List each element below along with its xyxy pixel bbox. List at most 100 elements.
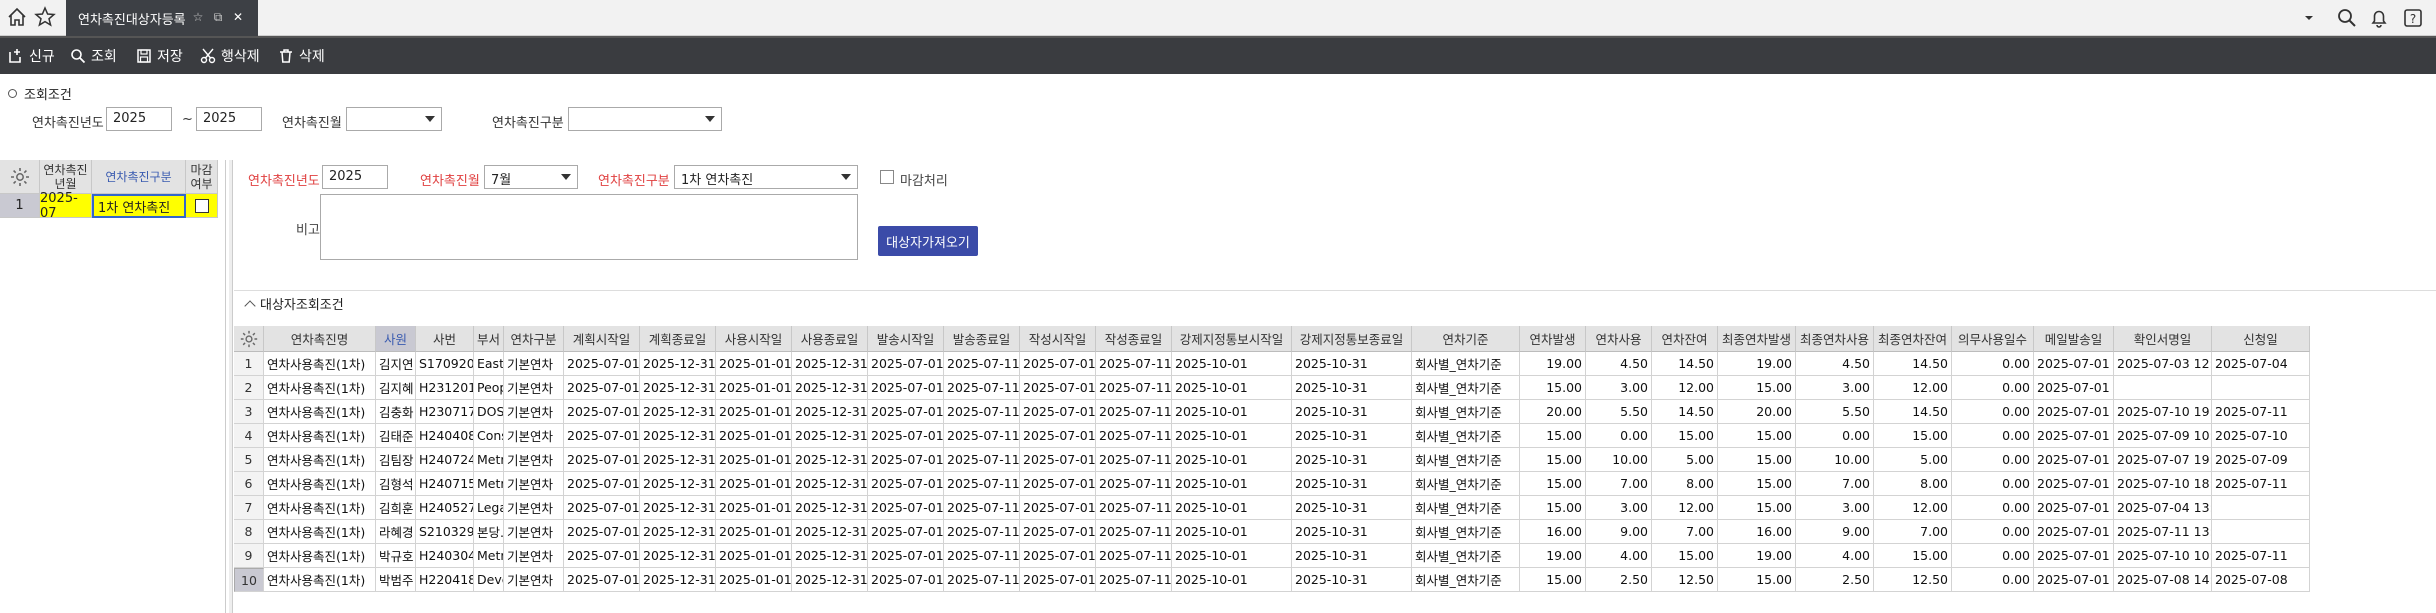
grid-cell[interactable]: 2025-07-01 [868, 424, 944, 448]
row-number[interactable]: 5 [234, 448, 264, 472]
grid-cell[interactable]: 연차사용촉진(1차) [264, 472, 376, 496]
grid-settings-header[interactable] [234, 326, 264, 352]
column-header[interactable]: 의무사용일수 [1952, 326, 2034, 352]
grid-cell[interactable]: 5.00 [1874, 448, 1952, 472]
grid-cell[interactable] [2114, 376, 2212, 400]
grid-cell[interactable]: 2025-07-11 [944, 400, 1020, 424]
column-header[interactable]: 발송시작일 [868, 326, 944, 352]
column-header[interactable]: 메일발송일 [2034, 326, 2114, 352]
grid-cell[interactable]: 기본연차 [504, 400, 564, 424]
grid-cell[interactable]: 3.00 [1586, 496, 1652, 520]
grid-cell[interactable]: 15.00 [1874, 544, 1952, 568]
column-header[interactable]: 최종연차발생 [1718, 326, 1796, 352]
row-number[interactable]: 6 [234, 472, 264, 496]
grid-cell[interactable]: 15.00 [1718, 448, 1796, 472]
help-icon[interactable]: ? [2402, 7, 2424, 29]
column-header[interactable]: 확인서명일 [2114, 326, 2212, 352]
grid-cell[interactable]: 2025-07-11 [1096, 376, 1172, 400]
column-header[interactable]: 작성시작일 [1020, 326, 1096, 352]
grid-cell[interactable]: 15.00 [1718, 472, 1796, 496]
column-header[interactable]: 연차잔여 [1652, 326, 1718, 352]
grid-cell[interactable]: 2025-12-31 [792, 496, 868, 520]
grid-cell[interactable]: 0.00 [1952, 352, 2034, 376]
grid-cell[interactable]: 2025-12-31 [792, 448, 868, 472]
search-icon[interactable] [2336, 7, 2358, 29]
grid-cell[interactable]: 2025-07-11 [1096, 400, 1172, 424]
grid-cell[interactable]: 2025-07-01 11:16 [2034, 496, 2114, 520]
grid-cell[interactable]: 2025-07-01 [868, 400, 944, 424]
grid-cell[interactable]: 2025-12-31 [792, 544, 868, 568]
grid-cell[interactable]: 기본연차 [504, 568, 564, 592]
grid-cell[interactable]: 2025-10-31 [1292, 496, 1412, 520]
grid-cell[interactable]: 14.50 [1652, 400, 1718, 424]
column-header[interactable]: 연차기준 [1412, 326, 1520, 352]
grid-cell[interactable]: 2025-10-01 [1172, 520, 1292, 544]
grid-cell[interactable]: 2.50 [1586, 568, 1652, 592]
grid-cell[interactable]: 2025-07-01 [1020, 568, 1096, 592]
grid-cell[interactable]: 2025-12-31 [640, 544, 716, 568]
column-header[interactable]: 발송종료일 [944, 326, 1020, 352]
grid-cell[interactable]: 2025-07-11 [944, 376, 1020, 400]
grid-cell[interactable]: 2025-07-03 12:16 [2114, 352, 2212, 376]
detail-year-input[interactable]: 2025 [322, 165, 388, 189]
query-button[interactable]: 조회 [70, 38, 117, 74]
grid-cell[interactable]: 2025-07-01 11:16 [2034, 520, 2114, 544]
grid-cell[interactable]: 7.00 [1874, 520, 1952, 544]
grid-cell[interactable]: 연차사용촉진(1차) [264, 520, 376, 544]
grid-cell[interactable]: 기본연차 [504, 448, 564, 472]
grid-cell[interactable]: 0.00 [1952, 448, 2034, 472]
grid-cell[interactable]: 연차사용촉진(1차) [264, 400, 376, 424]
grid-cell[interactable]: 2025-07-01 [564, 544, 640, 568]
grid-cell[interactable]: 4.00 [1586, 544, 1652, 568]
grid-cell[interactable]: 12.50 [1874, 568, 1952, 592]
grid-cell[interactable]: 2025-07-01 [868, 376, 944, 400]
grid-cell[interactable] [2212, 376, 2310, 400]
grid-cell[interactable]: 2025-07-01 11:16 [2034, 472, 2114, 496]
grid-cell[interactable]: 2025-07-01 [868, 544, 944, 568]
grid-cell[interactable]: 2025-01-01 [716, 352, 792, 376]
grid-cell[interactable]: 2025-01-01 [716, 568, 792, 592]
grid-cell[interactable]: 연차사용촉진(1차) [264, 424, 376, 448]
save-button[interactable]: 저장 [136, 38, 183, 74]
grid-cell[interactable]: 기본연차 [504, 424, 564, 448]
grid-cell[interactable]: 2025-07-01 11:16 [2034, 448, 2114, 472]
gear-icon[interactable] [9, 166, 31, 188]
grid-cell[interactable] [2212, 496, 2310, 520]
tab-active[interactable]: 연차촉진대상자등록 ☆ ⧉ ✕ [66, 0, 258, 36]
grid-cell[interactable]: 2025-01-01 [716, 400, 792, 424]
column-header[interactable]: 연차사용 [1586, 326, 1652, 352]
grid-cell[interactable]: 20.00 [1520, 400, 1586, 424]
grid-cell[interactable]: 2025-10-01 [1172, 400, 1292, 424]
collapse-caret-icon[interactable] [244, 299, 256, 312]
grid-cell[interactable]: 박규호 [376, 544, 416, 568]
column-header[interactable]: 작성종료일 [1096, 326, 1172, 352]
grid-cell[interactable]: 2025-01-01 [716, 448, 792, 472]
tab-popout-icon[interactable]: ⧉ [210, 9, 226, 25]
grid-cell[interactable]: 0.00 [1586, 424, 1652, 448]
grid-cell[interactable]: 2025-07-04 [2212, 352, 2310, 376]
grid-cell[interactable]: 회사별_연차기준 [1412, 424, 1520, 448]
grid-cell[interactable]: 2025-10-31 [1292, 448, 1412, 472]
grid-cell[interactable]: 5.50 [1796, 400, 1874, 424]
grid-cell[interactable]: 기본연차 [504, 352, 564, 376]
grid-cell[interactable]: Metr [474, 544, 504, 568]
grid-cell[interactable]: 2025-07-01 [1020, 544, 1096, 568]
closed-checkbox[interactable] [194, 198, 209, 213]
grid-cell[interactable]: 2025-10-31 [1292, 400, 1412, 424]
grid-cell[interactable]: 10.00 [1586, 448, 1652, 472]
grid-cell[interactable] [2212, 520, 2310, 544]
grid-cell[interactable]: 4.50 [1586, 352, 1652, 376]
grid-cell[interactable]: 2025-07-01 [564, 520, 640, 544]
grid-cell[interactable]: 2025-12-31 [640, 496, 716, 520]
column-header[interactable]: 신청일 [2212, 326, 2310, 352]
grid-cell[interactable]: 2025-12-31 [640, 520, 716, 544]
grid-cell[interactable]: 7.00 [1586, 472, 1652, 496]
grid-cell[interactable]: H23071701 [416, 400, 474, 424]
grid-cell[interactable]: 김팀장 [376, 448, 416, 472]
new-button[interactable]: 신규 [8, 38, 55, 74]
grid-cell[interactable]: 2025-12-31 [640, 448, 716, 472]
chevron-down-icon[interactable] [2298, 7, 2320, 29]
grid-cell[interactable]: 15.00 [1520, 448, 1586, 472]
grid-cell[interactable]: 2025-07-11 [944, 352, 1020, 376]
grid-cell[interactable]: 2025-07-01 [868, 496, 944, 520]
